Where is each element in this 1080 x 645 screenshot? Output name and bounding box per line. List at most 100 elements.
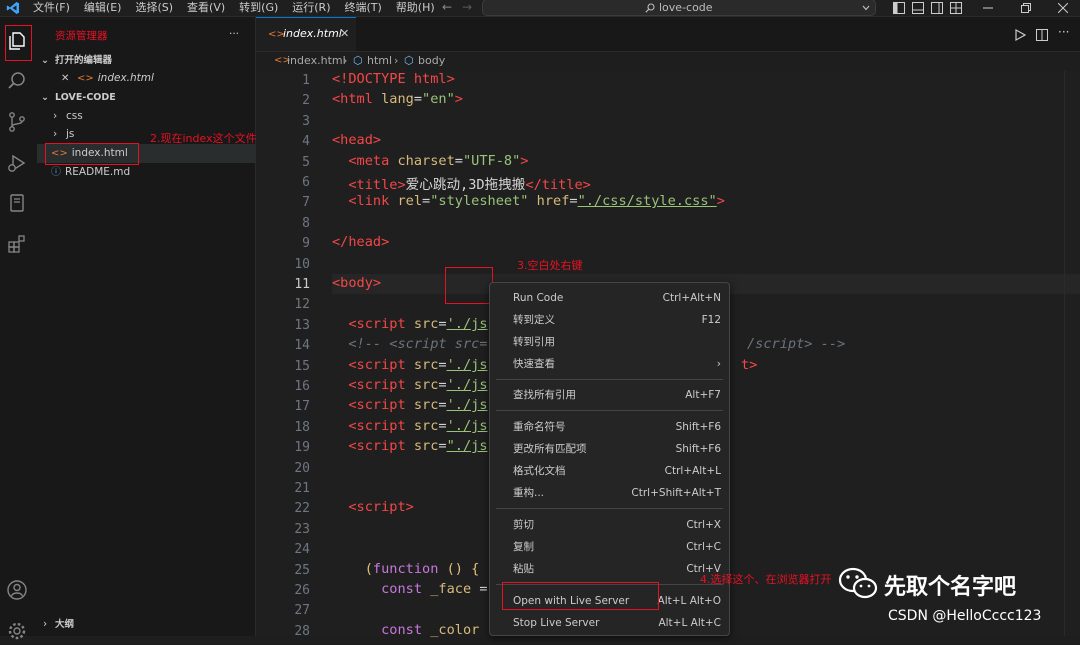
workspace-name: love-code xyxy=(659,1,713,14)
workspace-header[interactable]: ⌄ LOVE-CODE xyxy=(37,88,255,107)
toggle-secondary-sidebar-icon[interactable] xyxy=(931,2,943,14)
code-line-18: <script src='./js xyxy=(332,418,488,434)
outline-header[interactable]: › 大纲 xyxy=(37,615,255,634)
toggle-panel-icon[interactable] xyxy=(912,2,924,14)
source-control-button[interactable] xyxy=(6,111,30,135)
tree-item-label: js xyxy=(66,128,75,140)
extensions-button[interactable] xyxy=(6,233,30,257)
tab-label: index.html xyxy=(283,27,342,40)
menu-item-refactor[interactable]: 重构... Ctrl+Shift+Alt+T xyxy=(490,482,729,504)
search-button[interactable] xyxy=(6,70,30,94)
menu-item-stop-live-server[interactable]: Stop Live Server Alt+L Alt+C xyxy=(490,612,729,634)
line-number-current: 11 xyxy=(294,277,310,292)
menu-item-format-document[interactable]: 格式化文档 Ctrl+Alt+L xyxy=(490,460,729,482)
code-line-15: <script src='./js xyxy=(332,357,488,373)
watermark-author: 先取个名字吧 xyxy=(884,575,1017,600)
workspace-label: LOVE-CODE xyxy=(55,92,116,103)
line-number: 2 xyxy=(302,93,310,108)
menu-selection[interactable]: 选择(S) xyxy=(135,0,173,15)
open-editor-item[interactable]: ✕ <> index.html xyxy=(37,69,255,88)
annotation-step2: 2.现在index这个文件 xyxy=(150,132,257,145)
code-line-16: <script src='./js xyxy=(332,377,488,393)
breadcrumb-body[interactable]: body xyxy=(418,51,445,71)
menu-item-run-code[interactable]: Run Code Ctrl+Alt+N xyxy=(490,287,729,309)
sidebar-title-row: 资源管理器 ··· xyxy=(37,27,255,46)
menu-item-peek[interactable]: 快速查看 › xyxy=(490,353,729,375)
line-number: 12 xyxy=(294,297,310,312)
menu-view[interactable]: 查看(V) xyxy=(187,0,225,15)
account-icon xyxy=(7,580,27,600)
split-editor-icon[interactable] xyxy=(1036,29,1048,41)
watermark-csdn: CSDN @HelloCccc123 xyxy=(888,608,1042,624)
outline-label: 大纲 xyxy=(55,619,75,630)
code-line-9: </head> xyxy=(332,234,390,250)
line-number: 24 xyxy=(294,542,310,557)
menu-item-cut[interactable]: 剪切 Ctrl+X xyxy=(490,514,729,536)
source-control-icon xyxy=(9,112,25,132)
line-number: 19 xyxy=(294,440,310,455)
forward-arrow-icon[interactable]: → xyxy=(462,0,472,14)
manage-button[interactable] xyxy=(6,620,30,644)
chevron-right-icon: › xyxy=(53,110,58,122)
restore-icon[interactable] xyxy=(1021,3,1031,13)
line-number: 18 xyxy=(294,420,310,435)
search-icon xyxy=(645,3,655,13)
code-line-22: <script> xyxy=(332,499,414,515)
tree-item-readme[interactable]: ⓘ README.md xyxy=(37,163,255,182)
explorer-sidebar: 资源管理器 ··· ⌄ 打开的编辑器 ✕ <> index.html ⌄ LOVE… xyxy=(37,17,256,636)
line-number: 10 xyxy=(294,257,310,272)
close-icon[interactable]: ✕ xyxy=(61,69,69,88)
line-number: 28 xyxy=(294,624,310,639)
customize-layout-icon[interactable] xyxy=(950,2,962,14)
menu-edit[interactable]: 编辑(E) xyxy=(84,0,122,15)
more-actions-icon[interactable]: ··· xyxy=(1058,25,1069,39)
toggle-sidebar-icon[interactable] xyxy=(893,2,905,14)
menu-separator xyxy=(496,379,723,380)
run-debug-button[interactable] xyxy=(6,152,30,176)
menu-go[interactable]: 转到(G) xyxy=(239,0,278,15)
code-line-4: <head> xyxy=(332,132,382,148)
code-line-25: (function () { xyxy=(332,561,480,577)
remote-explorer-button[interactable] xyxy=(6,192,30,216)
info-icon: ⓘ xyxy=(51,167,61,178)
menu-file[interactable]: 文件(F) xyxy=(33,0,70,15)
back-arrow-icon[interactable]: ← xyxy=(442,0,452,14)
tree-item-label: README.md xyxy=(65,166,131,178)
menu-help[interactable]: 帮助(H) xyxy=(396,0,435,15)
line-number: 17 xyxy=(294,399,310,414)
menu-terminal[interactable]: 终端(T) xyxy=(345,0,382,15)
run-icon[interactable] xyxy=(1014,29,1026,41)
tree-item-css[interactable]: › css xyxy=(37,107,255,126)
line-number: 4 xyxy=(302,134,310,149)
tree-item-label: css xyxy=(66,110,83,122)
code-line-26: const _face = xyxy=(332,581,488,597)
code-line-15-tail: t> xyxy=(741,357,758,373)
line-number: 7 xyxy=(302,195,310,210)
menu-item-go-to-references[interactable]: 转到引用 xyxy=(490,331,729,353)
open-editors-header[interactable]: ⌄ 打开的编辑器 xyxy=(37,51,255,70)
menu-run[interactable]: 运行(R) xyxy=(292,0,330,15)
tab-index-html[interactable]: <> index.html ✕ xyxy=(256,17,356,51)
menu-item-change-all-occurrences[interactable]: 更改所有匹配项 Shift+F6 xyxy=(490,438,729,460)
breadcrumb-file[interactable]: index.html xyxy=(287,51,346,71)
chevron-down-icon: ⌄ xyxy=(41,55,49,66)
close-icon[interactable]: ✕ xyxy=(340,27,349,40)
menu-item-paste[interactable]: 粘贴 Ctrl+V xyxy=(490,558,729,580)
accounts-button[interactable] xyxy=(6,579,30,603)
minimize-icon[interactable] xyxy=(983,3,993,13)
close-window-icon[interactable] xyxy=(1058,3,1068,13)
more-actions-icon[interactable]: ··· xyxy=(229,25,239,44)
line-number: 23 xyxy=(294,522,310,537)
line-number: 1 xyxy=(302,73,310,88)
breadcrumb-html[interactable]: html xyxy=(367,51,392,71)
menu-item-copy[interactable]: 复制 Ctrl+C xyxy=(490,536,729,558)
scrollbar[interactable] xyxy=(1064,71,1080,636)
annotation-box-explorer xyxy=(5,25,32,61)
command-center-search[interactable]: love-code xyxy=(482,0,876,16)
code-line-2: <html lang="en"> xyxy=(332,91,463,107)
menu-item-find-all-references[interactable]: 查找所有引用 Alt+F7 xyxy=(490,384,729,406)
menu-item-rename-symbol[interactable]: 重命名符号 Shift+F6 xyxy=(490,416,729,438)
chevron-down-icon: ⌄ xyxy=(41,92,49,103)
open-editors-label: 打开的编辑器 xyxy=(55,55,113,66)
menu-item-go-to-definition[interactable]: 转到定义 F12 xyxy=(490,309,729,331)
